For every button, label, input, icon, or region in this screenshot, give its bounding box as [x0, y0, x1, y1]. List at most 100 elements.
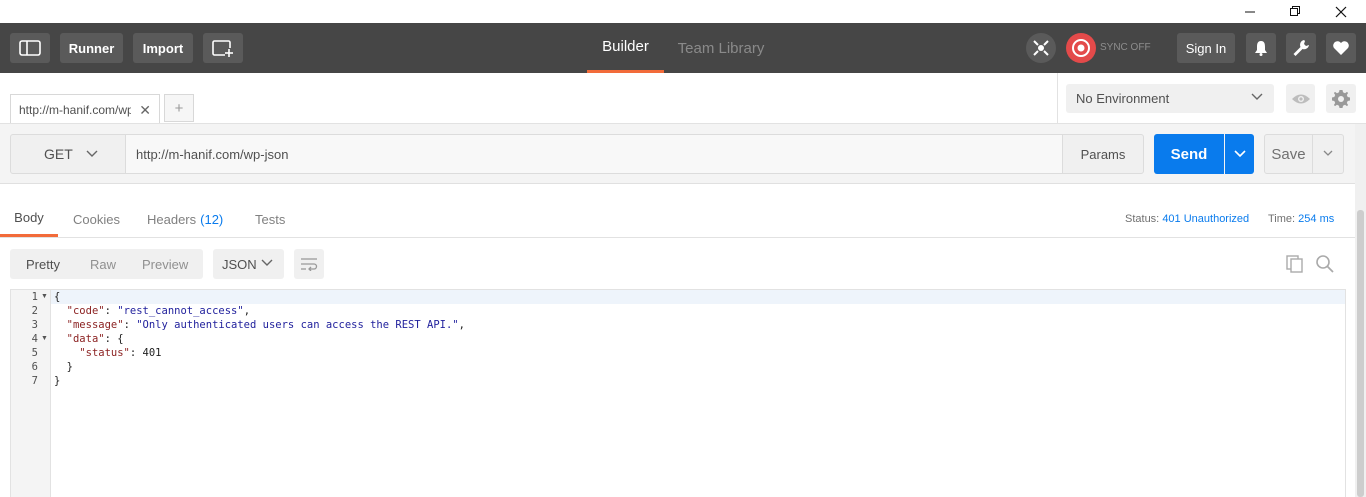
sync-status-button[interactable] [1066, 33, 1096, 63]
sync-status-label: SYNC OFF [1100, 42, 1151, 53]
new-window-icon [212, 40, 234, 57]
line-number: 4 [31, 333, 38, 345]
heart-button[interactable] [1326, 33, 1356, 63]
chevron-down-icon [1323, 150, 1333, 156]
code-line: "data": { [66, 333, 124, 345]
json-string: "rest_cannot_access" [117, 305, 244, 317]
app-header: Runner Import Builder Team Library SYNC … [0, 23, 1366, 73]
scrollbar-thumb[interactable] [1357, 210, 1364, 497]
runner-button[interactable]: Runner [60, 33, 123, 63]
window-title-bar [0, 0, 1366, 23]
chevron-down-icon [86, 150, 98, 157]
gear-icon [1332, 89, 1350, 108]
wrap-lines-button[interactable] [294, 249, 324, 279]
request-tab-title: http://m-hanif.com/wp-json [19, 102, 131, 117]
import-button[interactable]: Import [133, 33, 193, 63]
json-key: "data" [66, 333, 105, 345]
code-line: { [54, 291, 61, 303]
chevron-down-icon [1233, 150, 1246, 158]
format-select[interactable]: JSON [213, 249, 284, 279]
response-tabs-divider [0, 237, 1355, 238]
wrench-icon [1293, 40, 1309, 56]
tab-builder[interactable]: Builder [587, 23, 664, 73]
bell-icon [1255, 41, 1267, 56]
time-label: Time: [1268, 213, 1296, 225]
code-line: } [54, 375, 61, 387]
status-value: 401 Unauthorized [1162, 213, 1250, 225]
headers-tab-label: Headers [147, 211, 197, 227]
environment-select[interactable]: No Environment [1066, 84, 1274, 113]
tab-response-headers[interactable]: Headers (12) [147, 201, 223, 237]
copy-icon [1286, 255, 1303, 273]
save-button[interactable]: Save [1264, 134, 1313, 174]
request-tab[interactable]: http://m-hanif.com/wp-json ✕ [10, 94, 160, 124]
search-icon [1316, 255, 1334, 273]
manage-environments-button[interactable] [1326, 84, 1356, 113]
view-raw-button[interactable]: Raw [90, 249, 116, 279]
send-button[interactable]: Send [1154, 134, 1224, 174]
url-input[interactable] [126, 134, 1063, 174]
toggle-sidebar-button[interactable] [10, 33, 50, 63]
format-value: JSON [222, 256, 257, 272]
copy-response-button[interactable] [1285, 254, 1305, 277]
notifications-button[interactable] [1246, 33, 1276, 63]
code-line: "message": "Only authenticated users can… [66, 319, 465, 331]
line-number: 1 [31, 291, 38, 303]
wrap-lines-icon [301, 258, 318, 271]
send-dropdown-button[interactable] [1225, 134, 1254, 174]
satellite-icon [1033, 40, 1049, 56]
restore-icon [1289, 6, 1300, 16]
line-number: 6 [31, 361, 38, 373]
minimize-icon [1244, 11, 1255, 13]
json-key: "code" [66, 305, 105, 317]
code-line: "status": 401 [79, 347, 162, 359]
new-window-button[interactable] [203, 33, 243, 63]
restore-window-button[interactable] [1272, 0, 1318, 23]
interceptor-button[interactable] [1026, 33, 1056, 63]
search-response-button[interactable] [1315, 254, 1335, 277]
code-line: } [66, 361, 73, 373]
tab-team-library[interactable]: Team Library [668, 23, 774, 73]
headers-count-badge: (12) [200, 211, 224, 227]
tab-response-body[interactable]: Body [0, 201, 58, 237]
tab-response-tests[interactable]: Tests [255, 201, 285, 237]
json-key: "status" [79, 347, 130, 359]
method-select[interactable]: GET [10, 134, 126, 174]
heart-icon [1333, 41, 1349, 55]
status-label: Status: [1125, 213, 1160, 225]
view-pretty-button[interactable]: Pretty [26, 249, 60, 279]
close-window-button[interactable] [1318, 0, 1364, 23]
line-number: 7 [31, 375, 38, 387]
sign-in-button[interactable]: Sign In [1177, 33, 1235, 63]
tab-response-cookies[interactable]: Cookies [73, 201, 120, 237]
code-line: "code": "rest_cannot_access", [66, 305, 251, 317]
eye-icon [1291, 94, 1310, 103]
view-preview-button[interactable]: Preview [142, 249, 188, 279]
line-number: 2 [31, 305, 38, 317]
params-button[interactable]: Params [1062, 134, 1144, 174]
environment-select-value: No Environment [1076, 91, 1170, 106]
json-key: "message" [66, 319, 124, 331]
save-dropdown-button[interactable] [1313, 134, 1344, 174]
fold-toggle-icon[interactable]: ▼ [41, 290, 48, 304]
json-string: "Only authenticated users can access the… [136, 319, 459, 331]
minimize-window-button[interactable] [1227, 0, 1273, 23]
line-number: 3 [31, 319, 38, 331]
settings-button[interactable] [1286, 33, 1316, 63]
method-value: GET [44, 146, 73, 162]
close-tab-icon[interactable]: ✕ [139, 102, 151, 119]
chevron-down-icon [261, 259, 273, 266]
json-number: 401 [142, 347, 162, 359]
line-number: 5 [31, 347, 38, 359]
close-icon [1335, 6, 1347, 17]
active-line-highlight [51, 290, 1345, 304]
environment-quick-look-button[interactable] [1286, 84, 1315, 113]
add-tab-button[interactable]: + [164, 94, 194, 122]
fold-toggle-icon[interactable]: ▼ [41, 332, 48, 346]
chevron-down-icon [1251, 93, 1263, 100]
sidebar-icon [19, 40, 41, 56]
response-time: Time: 254 ms [1268, 213, 1334, 225]
sync-icon [1072, 39, 1090, 57]
response-status: Status: 401 Unauthorized [1125, 213, 1249, 225]
time-value: 254 ms [1298, 213, 1335, 225]
